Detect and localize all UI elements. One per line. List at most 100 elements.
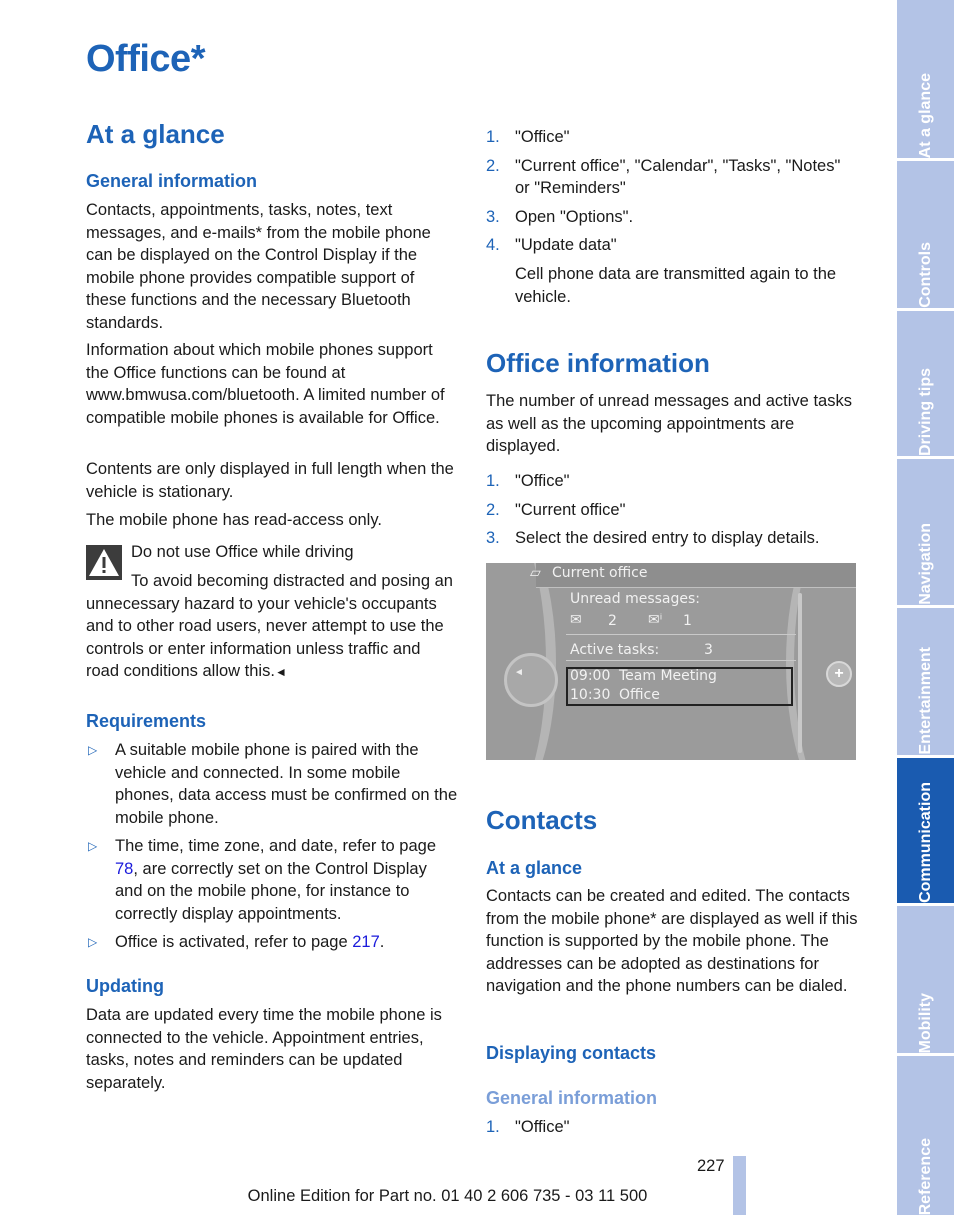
controller-knob — [504, 653, 558, 707]
step-number: 4. — [486, 236, 500, 254]
active-tasks-count: 3 — [704, 642, 713, 658]
page-number: 227 — [697, 1157, 725, 1175]
plus-icon: + — [826, 661, 852, 687]
tab-driving-tips[interactable]: Driving tips — [897, 311, 954, 456]
subheading-contacts-at-a-glance: At a glance — [486, 858, 583, 878]
tab-label: Mobility — [916, 992, 934, 1053]
step-text: "Office" — [515, 128, 570, 146]
tab-label: Reference — [916, 1137, 934, 1215]
step-number: 2. — [486, 500, 500, 519]
tab-reference[interactable]: Reference — [897, 1056, 954, 1215]
screen-title: Current office — [552, 565, 648, 581]
tab-controls[interactable]: Controls — [897, 161, 954, 308]
list-item-text: Office is activated, refer to page — [115, 933, 353, 951]
subheading-displaying-contacts: Displaying contacts — [486, 1043, 657, 1063]
step-number: 2. — [486, 156, 500, 175]
mail-info-icon: ✉ⁱ — [648, 612, 663, 628]
appointment-title: Team Meeting — [619, 668, 717, 684]
unread-messages-label: Unread messages: — [570, 591, 701, 607]
list-item: 1. "Office" — [486, 470, 858, 493]
paragraph-office-information: The number of unread messages and active… — [486, 392, 852, 455]
step-text: "Update data" — [515, 236, 617, 254]
paragraph-general-1: Contacts, appointments, tasks, notes, te… — [86, 201, 431, 332]
list-item-text: , are correctly set on the Control Displ… — [115, 859, 427, 923]
tab-label: Navigation — [916, 523, 934, 605]
list-item: 4. "Update data" — [486, 234, 858, 257]
list-item: 2. "Current office" — [486, 499, 858, 522]
warning-body: To avoid becoming distracted and posing … — [86, 570, 458, 684]
paragraph-updating: Data are updated every time the mobile p… — [86, 1006, 442, 1092]
step-text: "Current office", "Calendar", "Tasks", "… — [515, 156, 841, 198]
step-text: "Current office" — [515, 500, 626, 519]
appointment-title: Office — [619, 687, 660, 703]
list-item-text: . — [379, 933, 385, 951]
tab-label: Controls — [916, 242, 934, 308]
subheading-requirements: Requirements — [86, 711, 207, 731]
page-link-78[interactable]: 78 — [115, 860, 133, 878]
tab-navigation[interactable]: Navigation — [897, 459, 954, 605]
list-item: ▷ A suitable mobile phone is paired with… — [86, 739, 458, 829]
scrollbar-track — [798, 593, 802, 753]
right-bezel-arc — [786, 563, 856, 760]
section-heading-office-information: Office information — [486, 348, 710, 378]
paragraph-general-2: Information about which mobile phones su… — [86, 341, 445, 427]
subheading-contacts-general-information: General information — [486, 1088, 658, 1108]
mail-icon: ✉ — [570, 612, 582, 628]
list-item: ▷ Office is activated, refer to page 217… — [86, 931, 458, 954]
notebook-icon: ▱ — [530, 565, 541, 581]
office-info-steps-list: 1. "Office" 2. "Current office" 3. Select t… — [486, 470, 858, 556]
page-marker-bar — [733, 1156, 746, 1215]
list-item: 1. "Office" — [486, 126, 858, 149]
step-text: "Office" — [515, 1118, 570, 1136]
step-number: 1. — [486, 1118, 500, 1136]
tab-mobility[interactable]: Mobility — [897, 906, 954, 1053]
step-number: 1. — [486, 128, 500, 146]
unread-mail-count: 2 — [608, 613, 617, 629]
list-item: 2. "Current office", "Calendar", "Tasks",… — [486, 155, 858, 200]
list-item-text: A suitable mobile phone is paired with t… — [115, 741, 458, 827]
list-item: 3. Open "Options". — [486, 206, 858, 229]
warning-title: Do not use Office while driving — [131, 543, 354, 561]
subheading-general-information: General information — [86, 171, 258, 191]
update-note: Cell phone data are transmitted again to… — [515, 265, 837, 306]
chapter-tabs-sidebar: At a glance Controls Driving tips Naviga… — [897, 0, 954, 1215]
list-item: 3. Select the desired entry to display de… — [486, 527, 858, 550]
requirements-list: ▷ A suitable mobile phone is paired with… — [86, 739, 458, 960]
step-text: Select the desired entry to display deta… — [515, 529, 820, 547]
update-steps-list: 1. "Office" 2. "Current office", "Calendar… — [486, 126, 858, 263]
step-text: "Office" — [515, 472, 570, 490]
appointment-time: 09:00 — [570, 668, 611, 684]
unread-info-count: 1 — [683, 613, 692, 629]
paragraph-general-3: Contents are only displayed in full leng… — [86, 460, 454, 501]
subheading-updating: Updating — [86, 976, 164, 996]
list-item: ▷ The time, time zone, and date, refer t… — [86, 835, 458, 925]
list-item-text: The time, time zone, and date, refer to … — [115, 837, 437, 855]
step-number: 1. — [486, 472, 500, 490]
footer-edition: Online Edition for Part no. 01 40 2 606 … — [247, 1187, 648, 1205]
section-heading-at-a-glance: At a glance — [86, 119, 225, 149]
appointment-time: 10:30 — [570, 687, 611, 703]
step-number: 3. — [486, 207, 500, 226]
paragraph-general-4: The mobile phone has read-access only. — [86, 511, 382, 529]
contacts-steps-list: 1. "Office" — [486, 1116, 858, 1145]
tab-label: Communication — [916, 782, 934, 903]
paragraph-contacts: Contacts can be created and edited. The … — [486, 887, 858, 995]
divider — [566, 660, 796, 661]
tab-label: Driving tips — [916, 367, 934, 456]
tab-communication[interactable]: Communication — [897, 758, 954, 903]
left-arrow-icon: ◄ — [514, 667, 524, 678]
page-link-217[interactable]: 217 — [352, 933, 380, 951]
bullet-triangle-icon: ▷ — [88, 743, 98, 757]
active-tasks-label: Active tasks: — [570, 642, 660, 658]
divider — [566, 634, 796, 635]
tab-at-a-glance[interactable]: At a glance — [897, 0, 954, 158]
bullet-triangle-icon: ▷ — [88, 839, 98, 853]
list-item: 1. "Office" — [486, 1116, 858, 1139]
tab-entertainment[interactable]: Entertainment — [897, 608, 954, 755]
section-heading-contacts: Contacts — [486, 805, 598, 835]
tab-label: At a glance — [916, 72, 934, 158]
end-mark-icon: ◄ — [274, 665, 287, 679]
warning-body-text: To avoid becoming distracted and posing … — [86, 572, 453, 680]
bullet-triangle-icon: ▷ — [88, 935, 98, 949]
step-text: Open "Options". — [515, 207, 634, 226]
